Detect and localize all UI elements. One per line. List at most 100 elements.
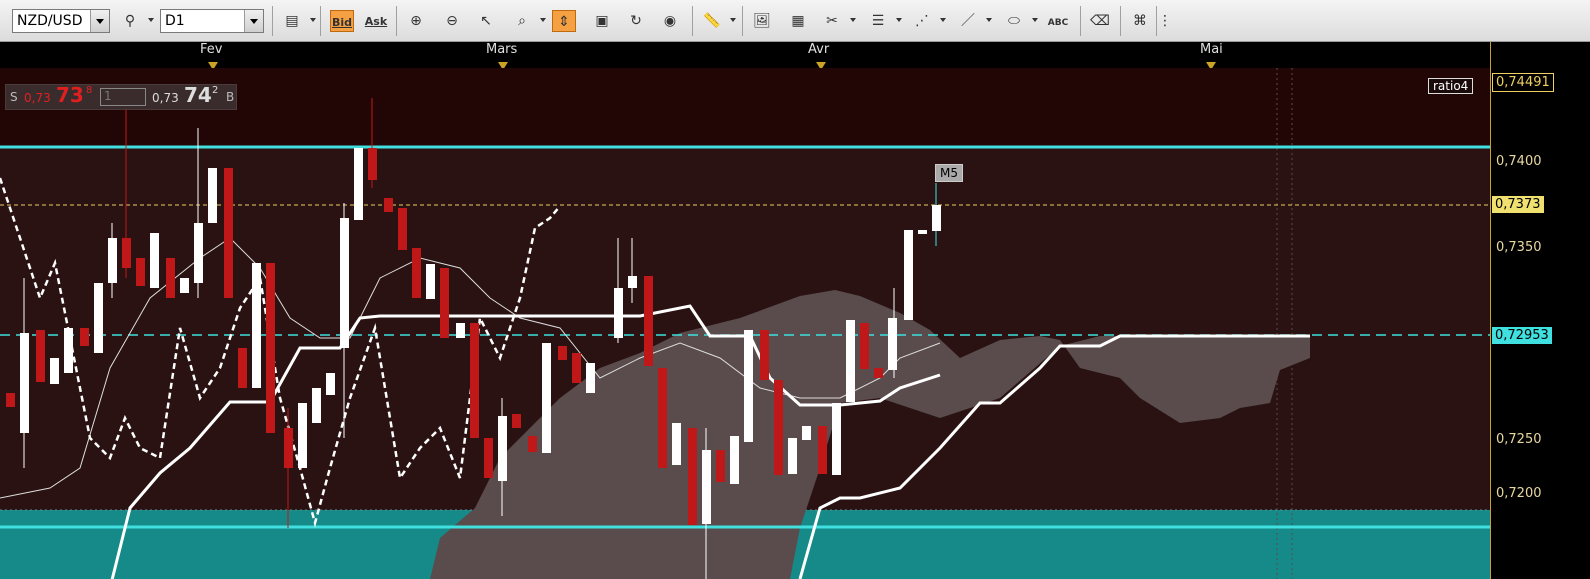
candle bbox=[326, 373, 335, 395]
divider bbox=[692, 6, 693, 36]
candle bbox=[644, 276, 653, 366]
eraser-icon[interactable]: ⌫ bbox=[1088, 10, 1112, 32]
candle bbox=[744, 330, 753, 442]
chevron-down-icon[interactable] bbox=[90, 10, 109, 32]
divider bbox=[272, 6, 273, 36]
candle bbox=[528, 436, 537, 452]
candle bbox=[788, 438, 797, 474]
sell-price-big[interactable]: 73 bbox=[56, 83, 84, 107]
divider bbox=[320, 6, 321, 36]
candle bbox=[888, 318, 897, 370]
candle bbox=[108, 238, 117, 283]
text-tool-icon[interactable]: ABC bbox=[1046, 10, 1070, 32]
candle bbox=[208, 168, 217, 223]
indicator-label[interactable]: ratio4 bbox=[1428, 78, 1474, 94]
price-label: 0,7400 bbox=[1496, 154, 1542, 169]
auto-scroll-icon[interactable]: ⇕ bbox=[552, 10, 576, 32]
lot-size-input[interactable]: 1 bbox=[100, 88, 146, 106]
price-label: 0,7350 bbox=[1496, 240, 1542, 255]
zoom-out-icon[interactable]: ⊖ bbox=[440, 10, 464, 32]
chevron-down-icon[interactable] bbox=[850, 18, 856, 22]
candle bbox=[672, 423, 681, 465]
objects-tree-icon[interactable]: ⌘ bbox=[1128, 10, 1152, 32]
candle bbox=[166, 258, 175, 298]
month-label: Mars bbox=[486, 42, 518, 57]
chevron-down-icon[interactable] bbox=[940, 18, 946, 22]
candle bbox=[340, 218, 349, 348]
horizontal-lines-icon[interactable]: ☰ bbox=[866, 10, 890, 32]
divider bbox=[396, 6, 397, 36]
buy-price-sup: 2 bbox=[212, 85, 219, 96]
level-price-box: 0,72953 bbox=[1492, 327, 1552, 344]
candle bbox=[150, 233, 159, 288]
ellipse-icon[interactable]: ⬭ bbox=[1002, 10, 1026, 32]
candle bbox=[224, 168, 233, 298]
chevron-down-icon[interactable] bbox=[540, 18, 546, 22]
candle bbox=[846, 320, 855, 402]
candle bbox=[542, 343, 551, 453]
refresh-icon[interactable]: ↻ bbox=[624, 10, 648, 32]
candle bbox=[284, 428, 293, 468]
template-icon[interactable]: ▣ bbox=[590, 10, 614, 32]
candle bbox=[558, 346, 567, 360]
image-icon[interactable]: 🖼 bbox=[750, 10, 774, 32]
timeframe-select[interactable]: D1 bbox=[160, 9, 264, 33]
symbol-select[interactable]: NZD/USD bbox=[12, 9, 110, 33]
chevron-down-icon[interactable] bbox=[896, 18, 902, 22]
ask-button[interactable]: Ask bbox=[364, 10, 388, 32]
candle bbox=[412, 248, 421, 298]
buy-price-big[interactable]: 74 bbox=[184, 83, 212, 107]
candle bbox=[470, 323, 479, 438]
price-chart[interactable] bbox=[0, 68, 1490, 579]
candle bbox=[832, 403, 841, 475]
buy-price-small[interactable]: 0,73 bbox=[152, 91, 179, 105]
chevron-down-icon[interactable] bbox=[1032, 18, 1038, 22]
candle bbox=[440, 268, 449, 338]
divider bbox=[1120, 6, 1121, 36]
price-label: 0,7200 bbox=[1496, 486, 1542, 501]
zoom-in-icon[interactable]: ⊕ bbox=[404, 10, 428, 32]
toolbar: NZD/USD ⚲ D1 ▤ Bid Ask ⊕ ⊖ ↖ ⌕ ⇕ ▣ ↻ ◉ 📏… bbox=[0, 0, 1590, 42]
trendline-icon[interactable]: ／ bbox=[956, 10, 980, 32]
chevron-down-icon[interactable] bbox=[244, 10, 263, 32]
candle bbox=[628, 276, 637, 288]
divider bbox=[1080, 6, 1081, 36]
candle bbox=[702, 450, 711, 524]
timeframe-value: D1 bbox=[165, 13, 185, 29]
chevron-down-icon[interactable] bbox=[730, 18, 736, 22]
candle bbox=[586, 363, 595, 393]
candle bbox=[818, 426, 827, 474]
candle bbox=[874, 368, 883, 378]
chevron-down-icon[interactable] bbox=[986, 18, 992, 22]
crosshair-filter-icon[interactable]: ⚲ bbox=[118, 10, 142, 32]
candle bbox=[354, 148, 363, 220]
candle bbox=[94, 283, 103, 353]
candle bbox=[932, 205, 941, 231]
quick-trade-panel[interactable]: S 0,73 73 8 1 0,73 74 2 B bbox=[5, 83, 237, 110]
bid-button[interactable]: Bid bbox=[330, 10, 354, 32]
candle bbox=[312, 388, 321, 423]
candle bbox=[802, 426, 811, 440]
month-label: Fev bbox=[200, 42, 223, 57]
chart-canvas bbox=[0, 68, 1490, 579]
ruler-icon[interactable]: 📏 bbox=[700, 10, 724, 32]
toolbar-overflow-icon[interactable]: ⋮ bbox=[1158, 10, 1172, 32]
candle bbox=[50, 358, 59, 384]
chevron-down-icon[interactable] bbox=[148, 18, 154, 22]
marker-label[interactable]: M5 bbox=[935, 164, 963, 182]
candle bbox=[398, 208, 407, 250]
candle bbox=[716, 450, 725, 482]
chevron-down-icon[interactable] bbox=[310, 18, 316, 22]
cursor-icon[interactable]: ↖ bbox=[474, 10, 498, 32]
sell-price-small[interactable]: 0,73 bbox=[24, 91, 51, 105]
chart-type-icon[interactable]: ▤ bbox=[280, 10, 304, 32]
divider bbox=[1156, 6, 1157, 36]
candle bbox=[860, 323, 869, 369]
candle bbox=[456, 323, 465, 338]
globe-icon[interactable]: ◉ bbox=[658, 10, 682, 32]
magnifier-icon[interactable]: ⌕ bbox=[510, 10, 534, 32]
tools-icon[interactable]: ✂ bbox=[820, 10, 844, 32]
fan-icon[interactable]: ⋰ bbox=[910, 10, 934, 32]
current-price-box: 0,7373 bbox=[1492, 196, 1544, 213]
indicator-window-icon[interactable]: ▦ bbox=[786, 10, 810, 32]
